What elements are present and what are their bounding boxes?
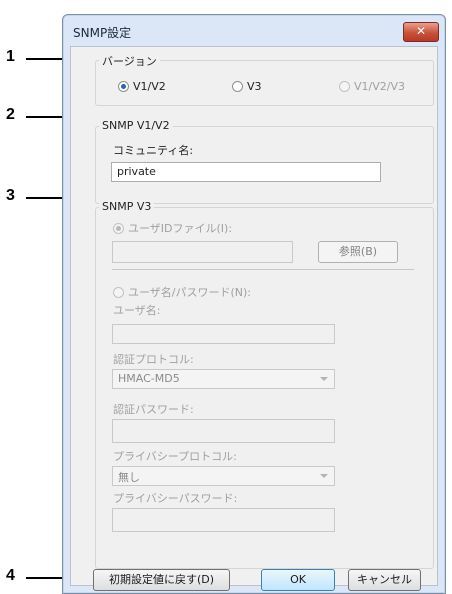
radio-indicator: [232, 81, 243, 92]
callout-2: 2: [6, 106, 15, 123]
privacy-password-label: プライバシーパスワード:: [113, 492, 238, 505]
auth-password-label: 認証パスワード:: [113, 403, 194, 416]
radio-version-v1v2[interactable]: V1/V2: [118, 80, 166, 93]
community-name-input[interactable]: private: [111, 162, 381, 182]
cancel-button[interactable]: キャンセル: [348, 569, 421, 591]
radio-indicator: [113, 222, 124, 234]
dialog-client-area: バージョン V1/V2 V3 V1/V2/V3 SNMP V1/V2 コミュニテ…: [70, 46, 438, 591]
username-input[interactable]: [112, 324, 335, 344]
close-icon: ✕: [415, 24, 427, 38]
browse-button[interactable]: 参照(B): [318, 241, 398, 263]
auth-password-input[interactable]: [112, 419, 335, 443]
community-name-label: コミュニティ名:: [113, 144, 194, 157]
radio-version-v1v2-label: V1/V2: [133, 80, 166, 93]
auth-protocol-select[interactable]: HMAC-MD5: [112, 369, 335, 389]
privacy-password-input[interactable]: [112, 508, 335, 532]
snmp-v3-group-legend: SNMP V3: [99, 200, 155, 213]
snmp-settings-dialog: SNMP設定 ✕ バージョン V1/V2 V3 V1/V2/V3 SNMP V1…: [62, 14, 446, 594]
radio-userid-file[interactable]: ユーザIDファイル(I):: [113, 220, 232, 236]
radio-username-password[interactable]: ユーザ名/パスワード(N):: [113, 284, 251, 300]
privacy-protocol-label: プライバシープロトコル:: [113, 450, 237, 463]
reset-defaults-button[interactable]: 初期設定値に戻す(D): [93, 569, 230, 591]
privacy-protocol-select[interactable]: 無し: [112, 466, 335, 486]
radio-username-password-label: ユーザ名/パスワード(N):: [128, 286, 252, 299]
dialog-title: SNMP設定: [73, 26, 132, 40]
version-group-legend: バージョン: [99, 53, 160, 69]
snmp-v1v2-group-legend: SNMP V1/V2: [99, 119, 173, 132]
ok-button[interactable]: OK: [261, 569, 335, 591]
chevron-down-icon: [320, 377, 328, 381]
v3-separator: [112, 269, 414, 270]
chevron-down-icon: [320, 474, 328, 478]
close-button[interactable]: ✕: [403, 22, 439, 42]
userid-file-input[interactable]: [112, 241, 293, 263]
callout-3: 3: [6, 187, 15, 204]
auth-protocol-label: 認証プロトコル:: [113, 353, 194, 366]
auth-protocol-value: HMAC-MD5: [118, 372, 180, 385]
radio-version-v1v2v3[interactable]: V1/V2/V3: [339, 80, 405, 93]
radio-version-v3[interactable]: V3: [232, 80, 262, 93]
title-bar[interactable]: SNMP設定 ✕: [63, 15, 445, 45]
callout-1: 1: [6, 48, 15, 65]
radio-version-v1v2v3-label: V1/V2/V3: [354, 80, 405, 93]
radio-version-v3-label: V3: [247, 80, 262, 93]
privacy-protocol-value: 無し: [118, 471, 140, 484]
radio-indicator: [339, 81, 350, 92]
username-label: ユーザ名:: [113, 304, 161, 317]
radio-userid-file-label: ユーザIDファイル(I):: [128, 222, 233, 235]
radio-indicator: [118, 81, 129, 92]
callout-4: 4: [6, 567, 15, 584]
radio-indicator: [113, 286, 124, 298]
